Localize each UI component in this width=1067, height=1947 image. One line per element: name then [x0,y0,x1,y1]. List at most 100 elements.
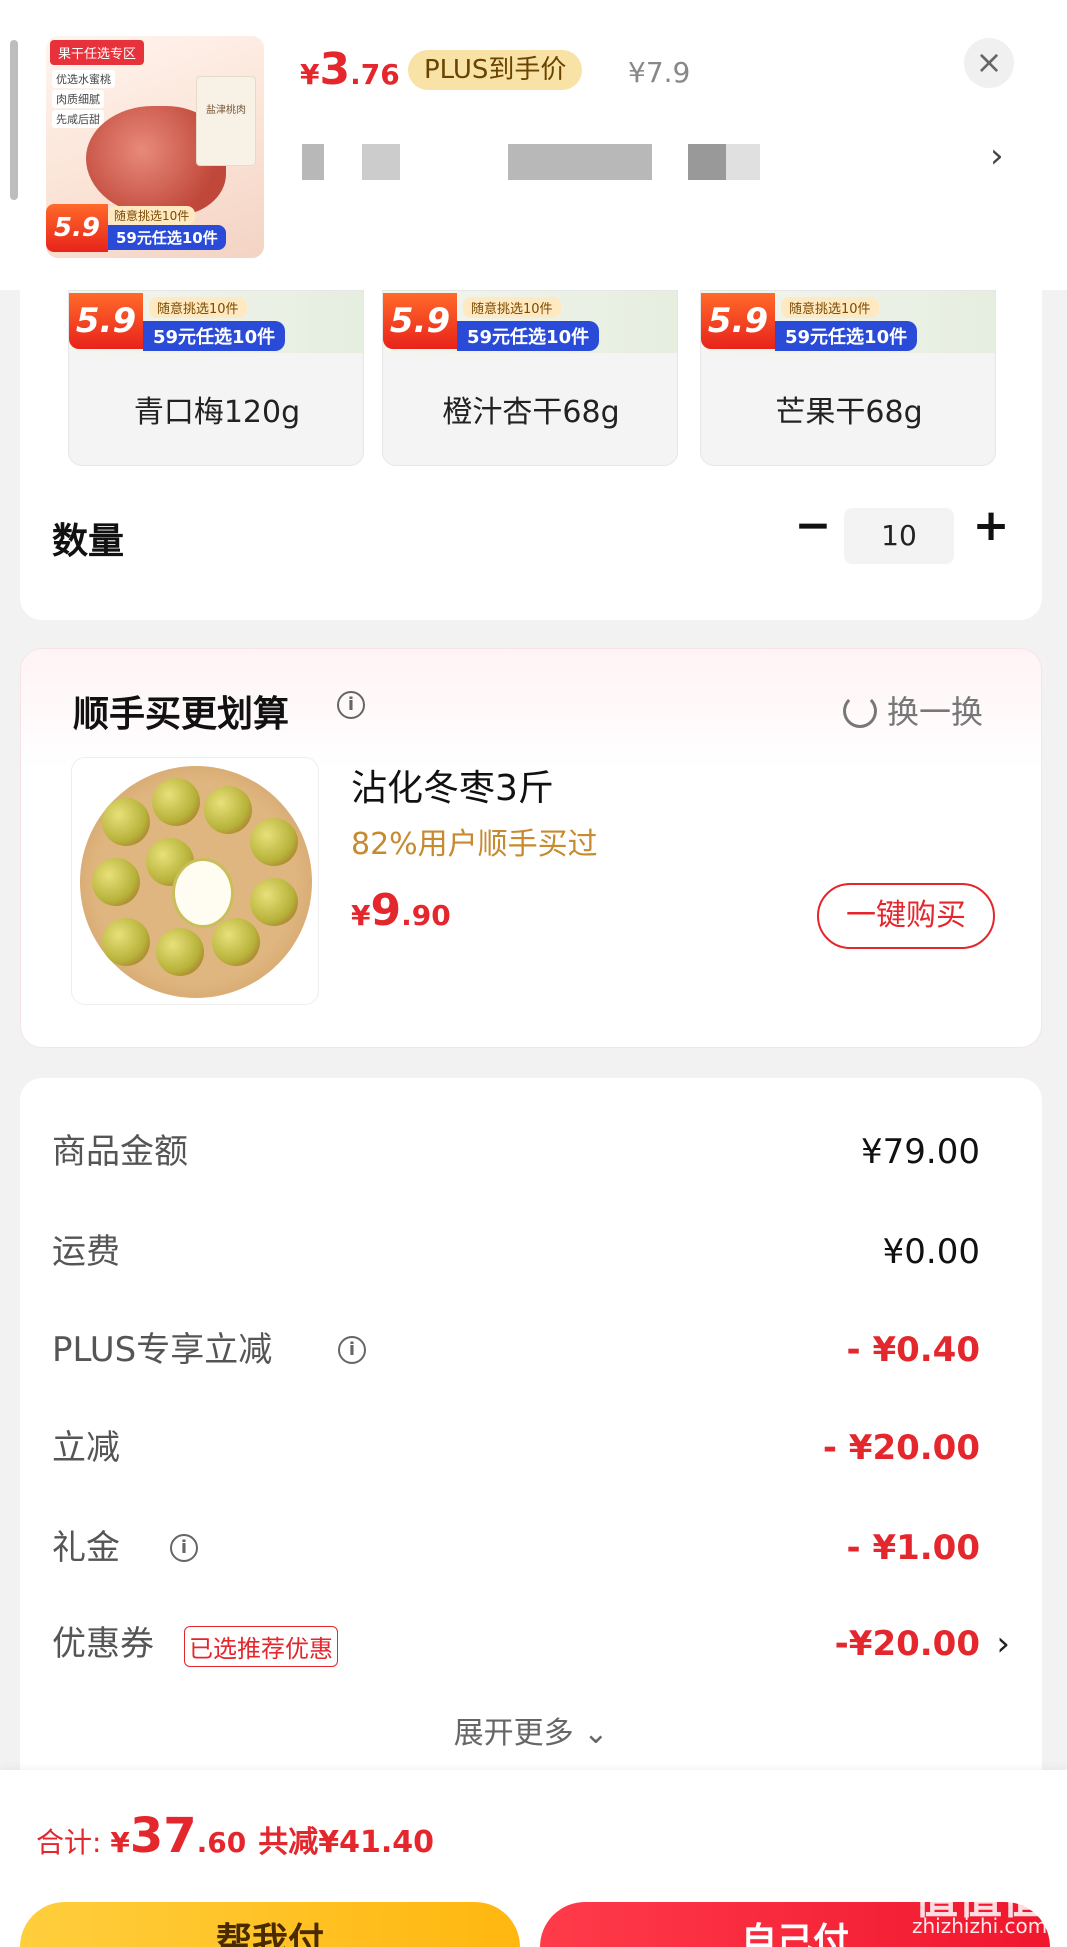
fee-label: 商品金额 [52,1132,188,1172]
jujube-image [92,858,140,906]
fee-row-shipping: 运费 ¥0.00 [52,1222,1010,1282]
recommend-product-name[interactable]: 沾化冬枣3斤 [351,759,554,811]
recommend-title: 顺手买更划算 [73,694,290,735]
quantity-input[interactable]: 10 [844,508,954,564]
fee-panel: 商品金额 ¥79.00 运费 ¥0.00 PLUS专享立减 i - ¥0.40 … [20,1078,1042,1778]
promo-bottom: 59元任选10件 [108,225,226,250]
product-thumbnail[interactable]: 果干任选专区 优选水蜜桃 肉质细腻 先咸后甜 盐津桃肉 5.9 随意挑选10件 … [46,36,264,258]
promo-badge: 5.9 随意挑选10件 59元任选10件 [701,293,995,351]
blurred-spec [362,144,400,180]
blurred-spec [302,144,324,180]
promo-bottom: 59元任选10件 [457,321,600,351]
total-label: 合计: [36,1826,111,1859]
promo-badge: 5.9 随意挑选10件 59元任选10件 [383,293,677,351]
thumb-tag: 果干任选专区 [50,40,145,65]
bag-text: 盐津桃肉 [206,105,246,116]
promo-top: 随意挑选10件 [108,206,196,225]
refresh-label: 换一换 [887,693,984,731]
fee-label: PLUS专享立减 [52,1330,273,1370]
jujube-image [212,918,260,966]
one-click-buy-button[interactable]: 一键购买 [817,883,995,949]
price-decimal: .90 [401,899,451,932]
total-price: 合计: ¥37.60 共减¥41.40 [36,1808,434,1864]
recommend-panel: 顺手买更划算 i 换一换 沾化冬枣3斤 82%用户顺手买过 ¥9.90 一键购买 [20,648,1042,1048]
price-symbol: ¥ [351,899,371,932]
scroll-indicator[interactable] [10,40,18,200]
variant-option[interactable]: 5.9 随意挑选10件 59元任选10件 橙汁杏干68g [382,290,678,466]
promo-bottom: 59元任选10件 [775,321,918,351]
price-decimal: .76 [350,58,400,91]
jujube-image [102,918,150,966]
thumb-bullet: 肉质细腻 [52,90,104,108]
price-integer: 9 [370,885,402,936]
promo-top: 随意挑选10件 [463,297,561,318]
promo-bottom: 59元任选10件 [143,321,286,351]
plus-icon[interactable]: + [968,500,1014,556]
close-icon[interactable]: × [964,38,1014,88]
total-symbol: ¥ [110,1826,130,1859]
thumb-bullet: 优选水蜜桃 [52,70,115,88]
promo-top: 随意挑选10件 [149,297,247,318]
variant-option[interactable]: 5.9 随意挑选10件 59元任选10件 青口梅120g [68,290,364,466]
total-saved: 共减¥41.40 [258,1825,435,1860]
blurred-spec [508,144,652,180]
info-icon[interactable]: i [338,1336,366,1364]
fee-value: - ¥20.00 [822,1428,980,1468]
promo-price: 5.9 [383,293,457,349]
package-image: 盐津桃肉 [196,76,256,166]
promo-price: 5.9 [69,293,143,349]
blurred-spec [726,144,760,180]
coupon-tag: 已选推荐优惠 [184,1626,338,1667]
recommend-price: ¥9.90 [351,885,451,936]
chevron-right-icon[interactable]: › [990,136,1004,176]
jujube-image [156,928,204,976]
jujube-image [250,818,298,866]
product-header: 果干任选专区 优选水蜜桃 肉质细腻 先咸后甜 盐津桃肉 5.9 随意挑选10件 … [0,0,1067,290]
fee-label: 运费 [52,1232,120,1272]
total-integer: 37 [129,1808,197,1864]
jujube-image [152,778,200,826]
checkout-bar: 合计: ¥37.60 共减¥41.40 帮我付 自己付 [0,1770,1067,1947]
chevron-right-icon[interactable]: › [996,1614,1010,1674]
blurred-spec [688,144,726,180]
fee-row-discount: 立减 - ¥20.00 [52,1418,1010,1478]
thumb-bullet: 先咸后甜 [52,110,104,128]
fee-value: ¥79.00 [861,1132,980,1172]
jujube-half-image [172,858,234,928]
variant-name: 橙汁杏干68g [442,395,620,430]
current-price: ¥3.76 [300,44,400,95]
price-symbol: ¥ [300,58,320,91]
promo-badge: 5.9 随意挑选10件 59元任选10件 [46,204,264,252]
spec-panel: 5.9 随意挑选10件 59元任选10件 青口梅120g 5.9 随意挑选10件… [20,290,1042,620]
jujube-product-image[interactable] [71,757,319,1005]
plus-price-tag: PLUS到手价 [408,50,583,90]
variant-option[interactable]: 5.9 随意挑选10件 59元任选10件 芒果干68g [700,290,996,466]
info-icon[interactable]: i [170,1534,198,1562]
quantity-label: 数量 [52,521,125,562]
price-integer: 3 [319,44,351,95]
variant-name: 青口梅120g [133,395,301,430]
jujube-image [102,798,150,846]
fee-row-coupon[interactable]: 优惠券 已选推荐优惠 -¥20.00 › [52,1614,1010,1674]
refresh-button[interactable]: 换一换 [843,687,983,733]
variant-name: 芒果干68g [775,395,923,430]
promo-top: 随意挑选10件 [781,297,879,318]
promo-price: 5.9 [701,293,775,349]
promo-price: 5.9 [46,204,108,252]
expand-more-button[interactable]: 展开更多 ⌄ [20,1708,1042,1752]
original-price: ¥7.9 [628,56,691,89]
fee-row-plus: PLUS专享立减 i - ¥0.40 [52,1320,1010,1380]
fee-label: 优惠券 [52,1624,154,1664]
fee-label: 礼金 [52,1528,120,1568]
total-decimal: .60 [196,1826,247,1859]
recommend-subtitle: 82%用户顺手买过 [351,827,598,862]
promo-badge: 5.9 随意挑选10件 59元任选10件 [69,293,363,351]
info-icon[interactable]: i [337,691,365,719]
fee-row-gift: 礼金 i - ¥1.00 [52,1518,1010,1578]
minus-icon[interactable]: − [790,500,836,556]
fee-label: 立减 [52,1428,120,1468]
watermark-url: zhizhizhi.com [912,1914,1048,1938]
refresh-icon [843,694,877,728]
help-me-pay-button[interactable]: 帮我付 [20,1902,520,1947]
fee-value: - ¥0.40 [846,1330,981,1370]
